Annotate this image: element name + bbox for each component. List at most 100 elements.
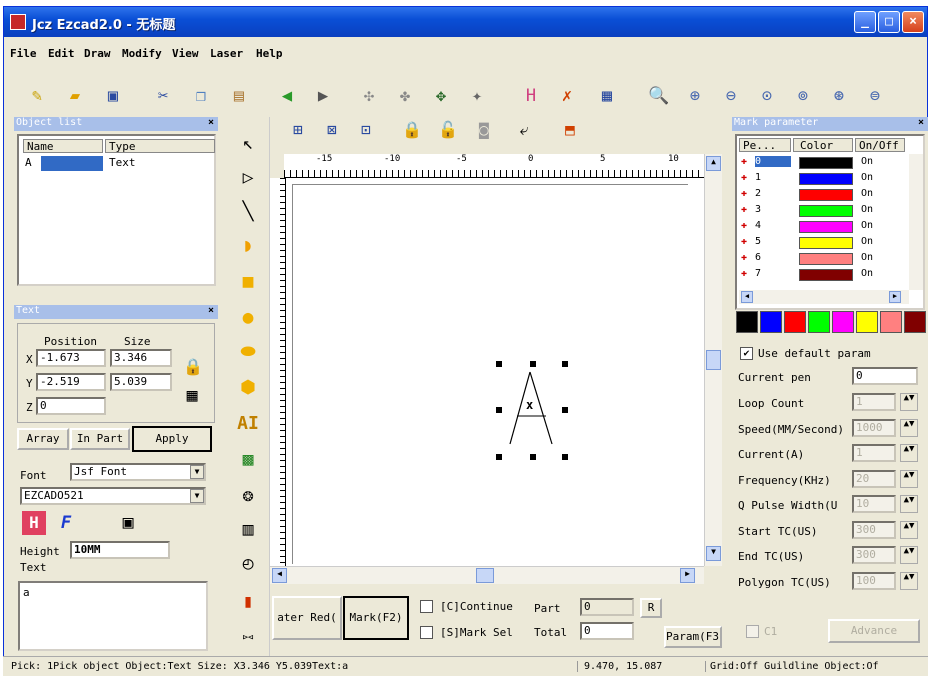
zoom-selection-icon[interactable]: ⊚	[790, 83, 816, 109]
bitmap-tool-icon[interactable]: ▩	[234, 446, 262, 474]
unlock-object-icon[interactable]: 🔓	[434, 120, 462, 144]
scroll-right-icon[interactable]: ▶	[680, 568, 695, 583]
pen-color-swatch[interactable]	[799, 269, 853, 281]
drawing-canvas[interactable]: x	[286, 178, 704, 566]
selection-handle[interactable]	[530, 454, 536, 460]
zoom-page-icon[interactable]: ⊜	[862, 83, 888, 109]
pen-color-swatch[interactable]	[799, 237, 853, 249]
curve-tool-icon[interactable]: ◗	[234, 232, 262, 260]
pen-color-swatch[interactable]	[799, 221, 853, 233]
palette-color-swatch[interactable]	[736, 311, 758, 333]
menu-modify[interactable]: Modify	[122, 47, 162, 60]
horizontal-scrollbar[interactable]: ◀ ▶	[270, 566, 704, 584]
selection-handle[interactable]	[496, 361, 502, 367]
param-value-field[interactable]: 1000	[852, 418, 896, 437]
pen-row[interactable]: ✚ 4 On	[739, 220, 907, 235]
z-position-input[interactable]: 0	[36, 397, 106, 415]
redo-icon[interactable]: ▶	[310, 83, 336, 109]
param-spinner-icon[interactable]: ▲▼	[900, 546, 918, 564]
x-size-input[interactable]: 3.346	[110, 349, 172, 367]
pen-row[interactable]: ✚ 0 On	[739, 156, 907, 171]
save-icon[interactable]: ▣	[100, 83, 126, 109]
pen-state[interactable]: On	[861, 156, 873, 167]
object-name-cell[interactable]: A	[25, 156, 32, 169]
node-join-icon[interactable]: ✤	[392, 83, 418, 109]
param-spinner-icon[interactable]: ▲▼	[900, 418, 918, 437]
param-value-field[interactable]: 10	[852, 495, 896, 513]
text-content-input[interactable]: a	[18, 581, 208, 651]
text-tool-icon[interactable]: AI	[234, 410, 262, 438]
font-type-select[interactable]: Jsf Font	[70, 463, 206, 481]
hatch-icon[interactable]: H	[518, 83, 544, 109]
param-value-field[interactable]: 100	[852, 571, 896, 590]
col-header-pen[interactable]: Pe...	[739, 138, 791, 152]
menu-edit[interactable]: Edit	[48, 47, 75, 60]
param-spinner-icon[interactable]: ▲▼	[900, 469, 918, 488]
param-value-field[interactable]: 300	[852, 520, 896, 539]
pen-row[interactable]: ✚ 3 On	[739, 204, 907, 219]
palette-color-swatch[interactable]	[808, 311, 830, 333]
param-spinner-icon[interactable]: ▲▼	[900, 571, 918, 590]
maximize-button[interactable]: □	[878, 11, 900, 33]
font-name-select[interactable]: EZCADO521	[20, 487, 206, 505]
grid-view-icon[interactable]: ▦	[594, 83, 620, 109]
continue-checkbox[interactable]	[420, 600, 433, 613]
lock-object-icon[interactable]: 🔒	[398, 120, 426, 144]
palette-color-swatch[interactable]	[760, 311, 782, 333]
new-file-icon[interactable]: ✎	[24, 83, 50, 109]
vertical-scrollbar[interactable]: ▲ ▼	[704, 154, 722, 566]
pen-state[interactable]: On	[861, 172, 873, 183]
text-style-icon[interactable]: H	[22, 511, 46, 535]
param-value-field[interactable]: 20	[852, 469, 896, 488]
param-button[interactable]: Param(F3)	[664, 626, 722, 648]
object-type-cell[interactable]: Text	[109, 156, 136, 169]
current-pen-field[interactable]: 0	[852, 367, 918, 385]
apply-button[interactable]: Apply	[132, 426, 212, 452]
cut-icon[interactable]: ✂	[150, 83, 176, 109]
vector-file-icon[interactable]: ❂	[234, 482, 262, 510]
reset-button[interactable]: R	[640, 598, 662, 618]
red-light-button[interactable]: ater Red(	[272, 596, 342, 640]
scroll-left-icon[interactable]: ◀	[741, 291, 753, 303]
col-header-name[interactable]: Name	[23, 139, 103, 153]
zoom-in-icon[interactable]: ⊕	[682, 83, 708, 109]
combine-icon[interactable]: ⊠	[318, 120, 346, 144]
c1-checkbox[interactable]	[746, 625, 759, 638]
param-spinner-icon[interactable]: ▲▼	[900, 393, 918, 411]
circle-tool-icon[interactable]: ●	[234, 304, 262, 332]
pen-list-scrollbar[interactable]	[909, 154, 923, 290]
pen-state[interactable]: On	[861, 236, 873, 247]
selection-handle[interactable]	[562, 454, 568, 460]
paste-icon[interactable]: ▤	[226, 83, 252, 109]
total-count-field[interactable]: 0	[580, 622, 634, 640]
sort-icon[interactable]: ⬒	[556, 120, 584, 144]
param-spinner-icon[interactable]: ▲▼	[900, 520, 918, 539]
open-folder-icon[interactable]: ▰	[62, 83, 88, 109]
palette-color-swatch[interactable]	[832, 311, 854, 333]
menu-help[interactable]: Help	[256, 47, 283, 60]
param-value-field[interactable]: 300	[852, 546, 896, 564]
menu-draw[interactable]: Draw	[84, 47, 111, 60]
ellipse-tool-icon[interactable]: ⬬	[234, 338, 262, 366]
array-button[interactable]: Array	[17, 428, 69, 450]
menu-view[interactable]: View	[172, 47, 199, 60]
panel-close-icon[interactable]: ×	[208, 117, 214, 128]
node-edit-icon[interactable]: ✣	[356, 83, 382, 109]
node-break-icon[interactable]: ✥	[428, 83, 454, 109]
pen-row[interactable]: ✚ 1 On	[739, 172, 907, 187]
in-part-button[interactable]: In Part	[70, 428, 130, 450]
height-input[interactable]: 10MM	[70, 541, 170, 559]
pen-row[interactable]: ✚ 6 On	[739, 252, 907, 267]
menu-laser[interactable]: Laser	[210, 47, 243, 60]
node-select-icon[interactable]: ▷	[234, 164, 262, 192]
chevron-down-icon[interactable]: ▼	[190, 489, 204, 503]
select-arrow-icon[interactable]: ↖	[234, 130, 262, 158]
zoom-out-icon[interactable]: ⊖	[718, 83, 744, 109]
zoom-icon[interactable]: 🔍	[646, 83, 672, 109]
node-delete-icon[interactable]: ✦	[464, 83, 490, 109]
polygon-tool-icon[interactable]: ⬢	[234, 374, 262, 402]
palette-color-swatch[interactable]	[880, 311, 902, 333]
pen-state[interactable]: On	[861, 188, 873, 199]
timer-tool-icon[interactable]: ◴	[234, 550, 262, 578]
pen-color-swatch[interactable]	[799, 173, 853, 185]
